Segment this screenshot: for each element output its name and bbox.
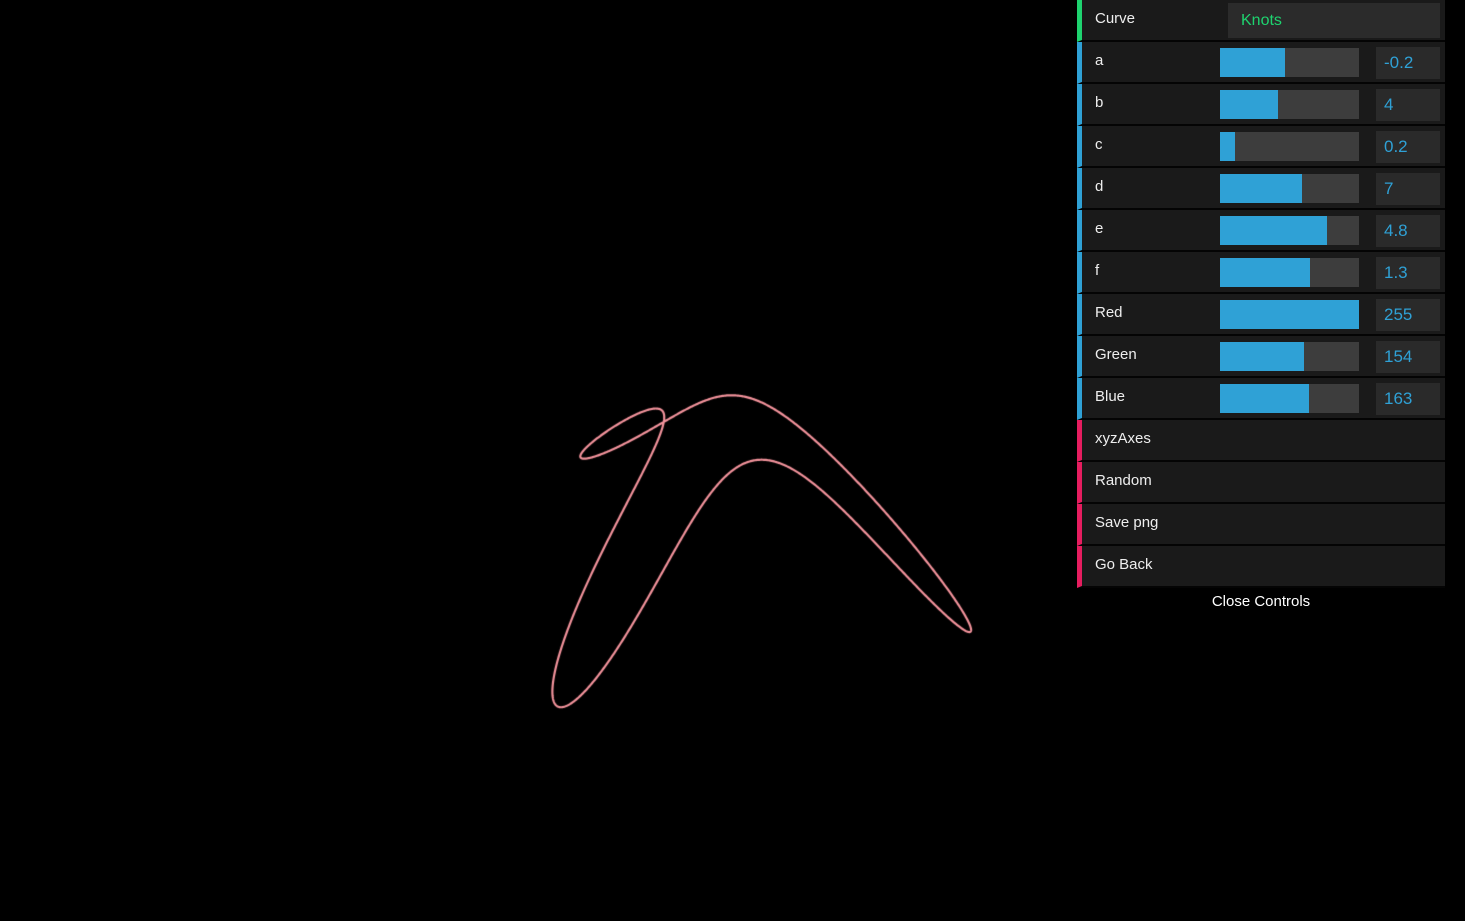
green-slider-fill	[1220, 342, 1304, 371]
green-label: Green	[1095, 336, 1137, 374]
curve-label: Curve	[1095, 0, 1135, 38]
c-slider-fill	[1220, 132, 1235, 161]
control-row-blue: Blue 163	[1077, 378, 1445, 420]
a-slider[interactable]	[1220, 48, 1359, 77]
control-row-curve: Curve Knots	[1077, 0, 1445, 42]
close-controls-button[interactable]: Close Controls	[1077, 588, 1445, 618]
control-row-a: a -0.2	[1077, 42, 1445, 84]
a-label: a	[1095, 42, 1103, 80]
f-label: f	[1095, 252, 1099, 290]
control-row-d: d 7	[1077, 168, 1445, 210]
save-png-button[interactable]: Save png	[1077, 504, 1445, 546]
go-back-button[interactable]: Go Back	[1077, 546, 1445, 588]
blue-slider[interactable]	[1220, 384, 1359, 413]
app-stage: Curve Knots a -0.2 b 4 c 0.2 d 7 e	[0, 0, 1465, 921]
control-row-b: b 4	[1077, 84, 1445, 126]
red-slider[interactable]	[1220, 300, 1359, 329]
d-slider[interactable]	[1220, 174, 1359, 203]
xyzaxes-button-label: xyzAxes	[1095, 420, 1151, 458]
b-slider[interactable]	[1220, 90, 1359, 119]
c-value-input[interactable]: 0.2	[1376, 131, 1440, 163]
red-label: Red	[1095, 294, 1123, 332]
e-slider-fill	[1220, 216, 1327, 245]
b-slider-fill	[1220, 90, 1278, 119]
a-slider-fill	[1220, 48, 1285, 77]
blue-value-input[interactable]: 163	[1376, 383, 1440, 415]
save-png-button-label: Save png	[1095, 504, 1158, 542]
control-row-green: Green 154	[1077, 336, 1445, 378]
c-slider[interactable]	[1220, 132, 1359, 161]
curve-select-value: Knots	[1241, 12, 1282, 29]
blue-slider-fill	[1220, 384, 1309, 413]
controls-panel: Curve Knots a -0.2 b 4 c 0.2 d 7 e	[1077, 0, 1445, 588]
b-value-input[interactable]: 4	[1376, 89, 1440, 121]
go-back-button-label: Go Back	[1095, 546, 1153, 584]
e-slider[interactable]	[1220, 216, 1359, 245]
c-label: c	[1095, 126, 1103, 164]
d-value-input[interactable]: 7	[1376, 173, 1440, 205]
control-row-c: c 0.2	[1077, 126, 1445, 168]
f-slider[interactable]	[1220, 258, 1359, 287]
red-slider-fill	[1220, 300, 1359, 329]
d-slider-fill	[1220, 174, 1302, 203]
green-value-input[interactable]: 154	[1376, 341, 1440, 373]
xyzaxes-button[interactable]: xyzAxes	[1077, 420, 1445, 462]
control-row-red: Red 255	[1077, 294, 1445, 336]
random-button[interactable]: Random	[1077, 462, 1445, 504]
f-slider-fill	[1220, 258, 1310, 287]
a-value-input[interactable]: -0.2	[1376, 47, 1440, 79]
red-value-input[interactable]: 255	[1376, 299, 1440, 331]
curve-select[interactable]: Knots	[1228, 3, 1440, 38]
blue-label: Blue	[1095, 378, 1125, 416]
e-label: e	[1095, 210, 1103, 248]
random-button-label: Random	[1095, 462, 1152, 500]
b-label: b	[1095, 84, 1103, 122]
green-slider[interactable]	[1220, 342, 1359, 371]
control-row-f: f 1.3	[1077, 252, 1445, 294]
e-value-input[interactable]: 4.8	[1376, 215, 1440, 247]
d-label: d	[1095, 168, 1103, 206]
control-row-e: e 4.8	[1077, 210, 1445, 252]
f-value-input[interactable]: 1.3	[1376, 257, 1440, 289]
